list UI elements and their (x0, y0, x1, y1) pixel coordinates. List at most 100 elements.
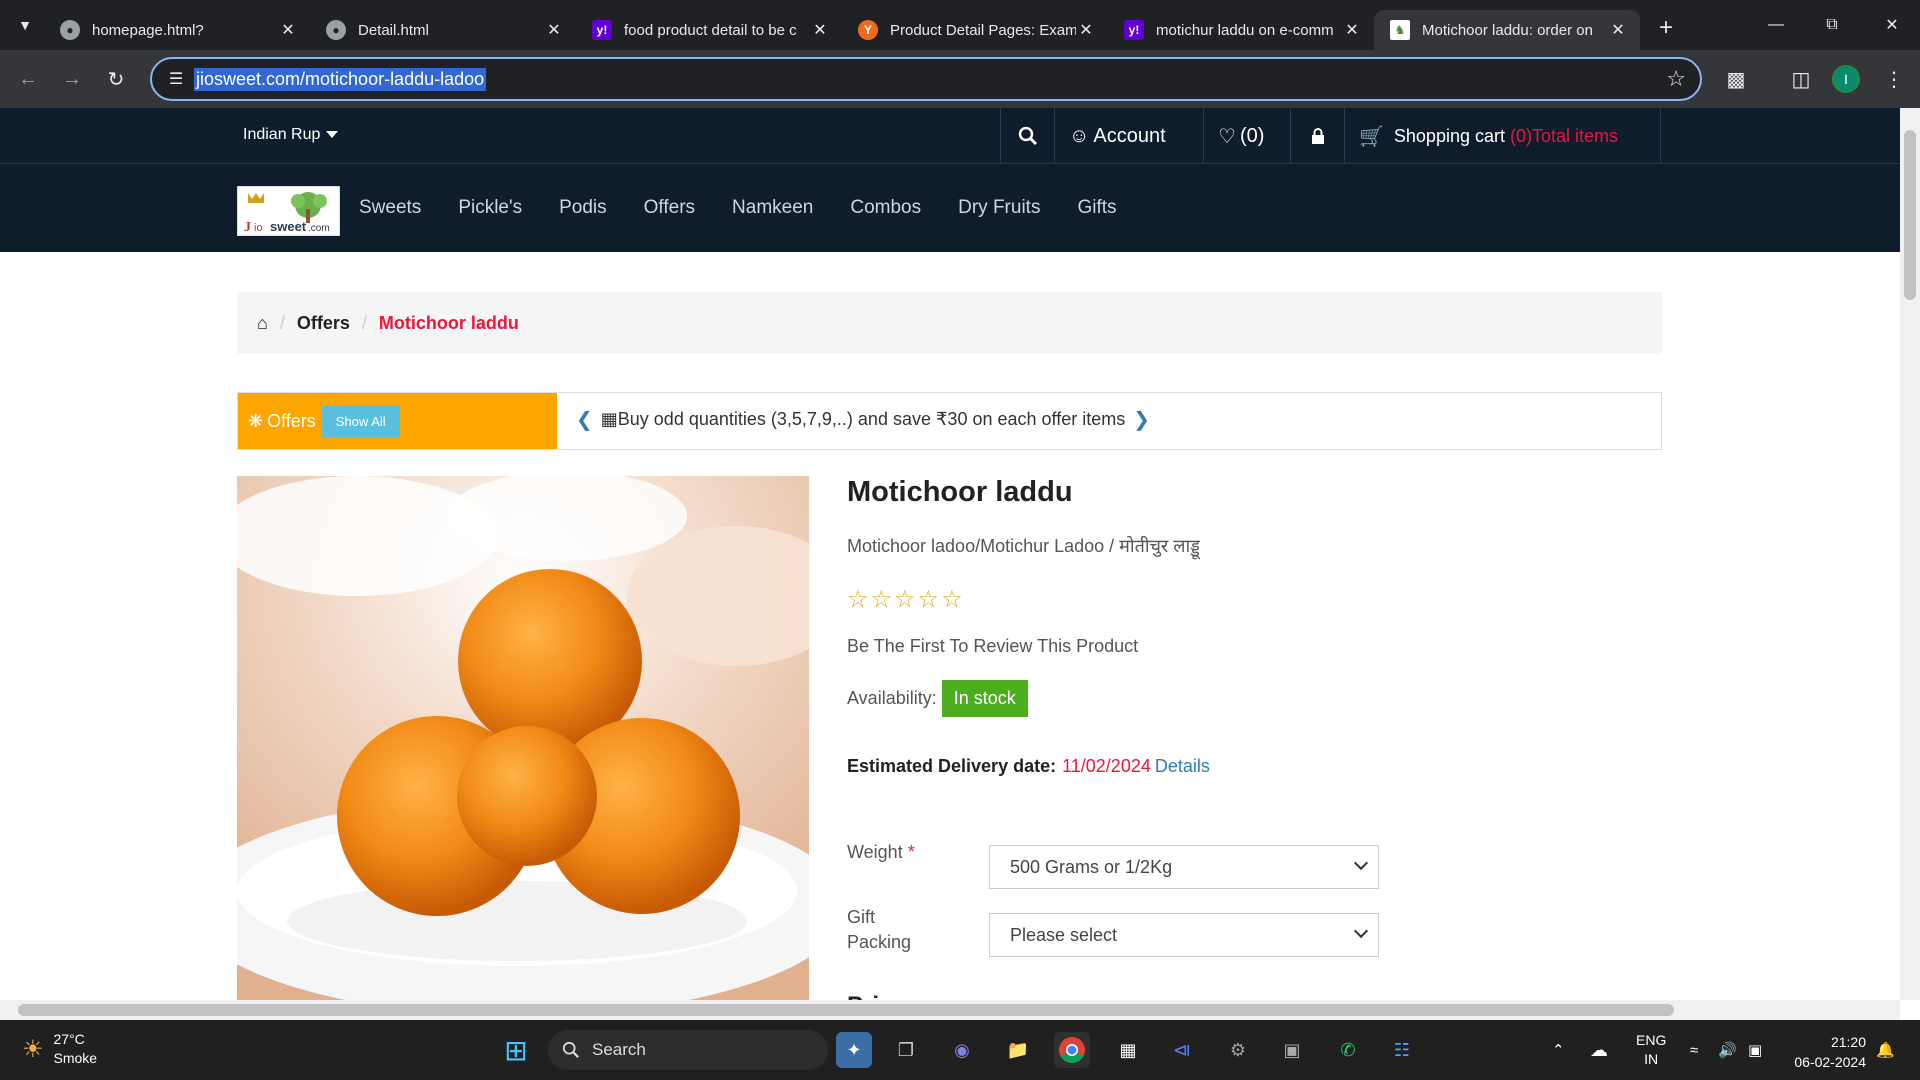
store-icon[interactable]: ▦ (1110, 1032, 1146, 1068)
scrollbar-thumb[interactable] (1904, 130, 1916, 300)
vertical-scrollbar[interactable] (1900, 108, 1920, 1000)
account-link[interactable]: ☺ Account (1054, 108, 1180, 164)
tab-homepage[interactable]: ● homepage.html? ✕ (44, 10, 310, 50)
language-indicator[interactable]: ENG IN (1636, 1020, 1666, 1080)
breadcrumb: ⌂ / Offers / Motichoor laddu (237, 292, 1662, 354)
side-panel-icon[interactable]: ◫ (1781, 59, 1821, 99)
tab-product-detail-pages[interactable]: Y Product Detail Pages: Exam ✕ (842, 10, 1108, 50)
close-icon[interactable]: ✕ (278, 20, 298, 40)
menu-dots-icon[interactable]: ⋮ (1874, 59, 1914, 99)
close-icon[interactable]: ✕ (1342, 20, 1362, 40)
globe-icon: ● (326, 20, 346, 40)
file-explorer-icon[interactable]: 📁 (1000, 1032, 1036, 1068)
nav-pickles[interactable]: Pickle's (458, 197, 522, 219)
new-tab-button[interactable]: + (1648, 10, 1684, 46)
close-icon[interactable]: ✕ (1076, 20, 1096, 40)
address-bar[interactable]: ☰ jiosweet.com/motichoor-laddu-ladoo ☆ (150, 57, 1702, 101)
horizontal-scrollbar[interactable] (0, 1000, 1900, 1020)
windows-taskbar: ☀ 27°C Smoke ⊞ Search ✦ ❐ ◉ 📁 ▦ ⧏ ⚙ ▣ ✆ … (0, 1020, 1920, 1080)
url-text[interactable]: jiosweet.com/motichoor-laddu-ladoo (194, 67, 487, 91)
bookmark-star-icon[interactable]: ☆ (1666, 66, 1686, 92)
windows-start-icon[interactable]: ⊞ (498, 1032, 534, 1068)
rating-stars[interactable]: ☆ ☆ ☆ ☆ ☆ (847, 585, 965, 614)
close-icon[interactable]: ✕ (1608, 20, 1628, 40)
breadcrumb-offers[interactable]: Offers (297, 313, 350, 334)
nav-dry-fruits[interactable]: Dry Fruits (958, 197, 1040, 219)
minimize-button[interactable]: — (1748, 0, 1804, 50)
shopping-cart-link[interactable]: 🛒 Shopping cart (0)Total items (1344, 108, 1661, 164)
show-all-button[interactable]: Show All (321, 404, 400, 438)
nav-namkeen[interactable]: Namkeen (732, 197, 813, 219)
weight-select[interactable]: 500 Grams or 1/2Kg (989, 845, 1379, 889)
search-button[interactable] (1000, 108, 1054, 164)
taskbar-search[interactable]: Search (548, 1030, 828, 1070)
search-icon (562, 1041, 579, 1058)
required-marker: * (907, 842, 915, 862)
back-arrow-icon[interactable]: ← (8, 59, 48, 99)
cart-icon: 🛒 (1359, 125, 1384, 148)
tab-detail[interactable]: ● Detail.html ✕ (310, 10, 576, 50)
search-icon (1018, 126, 1037, 146)
tab-search-button[interactable]: ▼ (6, 9, 44, 41)
tray-chevron-up-icon[interactable]: ⌃ (1552, 1020, 1565, 1080)
system-clock[interactable]: 21:20 06-02-2024 (1794, 1032, 1866, 1072)
currency-selector[interactable]: Indian Rup (243, 126, 339, 144)
close-window-button[interactable]: ✕ (1864, 0, 1920, 50)
home-icon[interactable]: ⌂ (257, 313, 268, 334)
restore-button[interactable]: ⧉ (1804, 0, 1860, 50)
site-icon: ♞ (1390, 20, 1410, 40)
svg-text:sweet: sweet (270, 219, 307, 234)
chevron-right-icon[interactable]: ❯ (1133, 407, 1150, 432)
cart-count: (0)Total items (1509, 125, 1619, 146)
wishlist-link[interactable]: ♡ (0) (1203, 108, 1278, 164)
product-image[interactable] (237, 476, 809, 1000)
profile-avatar[interactable]: I (1832, 65, 1860, 93)
volume-icon[interactable]: 🔊 (1718, 1020, 1737, 1080)
lock-button[interactable] (1290, 108, 1344, 164)
product-subtitle: Motichoor ladoo/Motichur Ladoo / मोतीचुर… (847, 536, 1200, 556)
availability-label: Availability: (847, 688, 937, 708)
scrollbar-thumb[interactable] (18, 1004, 1674, 1016)
site-logo[interactable]: J io sweet .com (237, 186, 340, 236)
chrome-icon[interactable] (1054, 1032, 1090, 1068)
reload-icon[interactable]: ↻ (96, 59, 136, 99)
star-icon: ☆ (917, 586, 940, 613)
gift-packing-select[interactable]: Please select (989, 913, 1379, 957)
svg-text:J: J (244, 220, 251, 235)
tab-motichoor-active[interactable]: ♞ Motichoor laddu: order on ✕ (1374, 10, 1640, 50)
weather-widget[interactable]: ☀ 27°C Smoke (22, 1030, 97, 1068)
review-prompt[interactable]: Be The First To Review This Product (847, 636, 1447, 657)
notification-bell-icon[interactable]: 🔔 (1876, 1020, 1895, 1080)
nav-offers[interactable]: Offers (644, 197, 695, 219)
app-icon[interactable]: ▣ (1274, 1032, 1310, 1068)
notepad-icon[interactable]: ☷ (1384, 1032, 1420, 1068)
extensions-icon[interactable]: ▩ (1716, 59, 1756, 99)
chevron-left-icon[interactable]: ❮ (576, 407, 593, 432)
main-navbar: J io sweet .com Sweets Pickle's Podis Of… (0, 164, 1900, 252)
nav-podis[interactable]: Podis (559, 197, 607, 219)
close-icon[interactable]: ✕ (810, 20, 830, 40)
settings-gear-icon[interactable]: ⚙ (1220, 1032, 1256, 1068)
onedrive-cloud-icon[interactable]: ☁ (1590, 1020, 1608, 1080)
nav-combos[interactable]: Combos (850, 197, 921, 219)
wishlist-count: (0) (1239, 124, 1265, 147)
teams-icon[interactable]: ◉ (944, 1032, 980, 1068)
globe-icon: ● (60, 20, 80, 40)
whatsapp-icon[interactable]: ✆ (1330, 1032, 1366, 1068)
tab-yahoo-food[interactable]: y! food product detail to be c ✕ (576, 10, 842, 50)
nav-sweets[interactable]: Sweets (359, 197, 421, 219)
clock-time: 21:20 (1830, 1034, 1866, 1050)
site-info-icon[interactable]: ☰ (158, 69, 194, 89)
delivery-details-link[interactable]: Details (1155, 756, 1210, 776)
vscode-icon[interactable]: ⧏ (1164, 1032, 1200, 1068)
close-icon[interactable]: ✕ (544, 20, 564, 40)
delivery-estimate: Estimated Delivery date: 11/02/2024 Detail… (847, 756, 1447, 777)
nav-gifts[interactable]: Gifts (1077, 197, 1116, 219)
tab-yahoo-motichur[interactable]: y! motichur laddu on e-comm ✕ (1108, 10, 1374, 50)
task-view-icon[interactable]: ❐ (888, 1032, 924, 1068)
battery-icon[interactable]: ▣ (1748, 1020, 1762, 1080)
forward-arrow-icon[interactable]: → (52, 59, 92, 99)
avatar: I (1832, 65, 1860, 93)
copilot-icon[interactable]: ✦ (836, 1032, 872, 1068)
wifi-icon[interactable]: ≈ (1690, 1020, 1698, 1080)
